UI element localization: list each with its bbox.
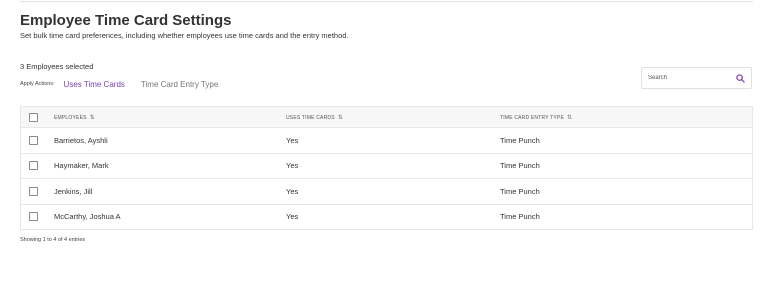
top-divider [20, 1, 753, 2]
uses-time-cards-value: Yes [286, 161, 299, 171]
select-all-cell [21, 112, 54, 122]
row-checkbox[interactable] [29, 161, 38, 171]
table-row[interactable]: Barrietos, Ayshli Yes Time Punch [21, 127, 752, 153]
page-subtitle: Set bulk time card preferences, includin… [20, 31, 349, 40]
entry-type-value: Time Punch [500, 212, 540, 222]
row-checkbox-cell [21, 186, 54, 196]
entry-type-value: Time Punch [500, 186, 540, 196]
sort-icon[interactable]: ⇅ [90, 114, 95, 121]
column-header-label: TIME CARD ENTRY TYPE [500, 114, 565, 121]
row-checkbox[interactable] [29, 186, 38, 196]
row-checkbox[interactable] [29, 212, 38, 222]
column-header-entry-type[interactable]: TIME CARD ENTRY TYPE ⇅ [500, 114, 752, 121]
table-header-row: EMPLOYEES ⇅ USES TIME CARDS ⇅ TIME CARD EN… [21, 107, 752, 127]
row-checkbox-cell [21, 212, 54, 222]
column-header-label: EMPLOYEES [54, 114, 87, 121]
column-header-uses-time-cards[interactable]: USES TIME CARDS ⇅ [286, 114, 500, 121]
tab-time-card-entry-type[interactable]: Time Card Entry Type [141, 80, 218, 89]
entry-type-value: Time Punch [500, 161, 540, 171]
apply-actions-label: Apply Actions: [20, 81, 55, 87]
employee-name: McCarthy, Joshua A [54, 212, 121, 222]
search-icon[interactable] [736, 73, 745, 83]
row-checkbox-cell [21, 161, 54, 171]
sort-icon[interactable]: ⇅ [338, 114, 343, 121]
employee-name: Barrietos, Ayshli [54, 135, 108, 145]
page-title: Employee Time Card Settings [20, 12, 232, 29]
employee-name: Haymaker, Mark [54, 161, 109, 171]
column-header-employees[interactable]: EMPLOYEES ⇅ [54, 114, 286, 121]
tab-uses-time-cards[interactable]: Uses Time Cards [64, 80, 125, 89]
uses-time-cards-value: Yes [286, 135, 299, 145]
entries-info: Showing 1 to 4 of 4 entries [20, 237, 86, 243]
entry-type-value: Time Punch [500, 135, 540, 145]
selected-count: 3 Employees selected [20, 62, 94, 71]
apply-actions-bar: Apply Actions: Uses Time Cards Time Card… [20, 78, 234, 90]
row-checkbox[interactable] [29, 135, 38, 145]
search-box [641, 67, 752, 89]
column-header-label: USES TIME CARDS [286, 114, 335, 121]
uses-time-cards-value: Yes [286, 186, 299, 196]
sort-icon[interactable]: ⇅ [567, 114, 572, 121]
search-input[interactable] [648, 75, 736, 81]
select-all-checkbox[interactable] [29, 112, 38, 122]
table-row[interactable]: McCarthy, Joshua A Yes Time Punch [21, 203, 752, 230]
employees-table: EMPLOYEES ⇅ USES TIME CARDS ⇅ TIME CARD EN… [20, 106, 753, 230]
uses-time-cards-value: Yes [286, 212, 299, 222]
table-row[interactable]: Jenkins, Jill Yes Time Punch [21, 178, 752, 204]
row-checkbox-cell [21, 135, 54, 145]
table-row[interactable]: Haymaker, Mark Yes Time Punch [21, 152, 752, 179]
employee-name: Jenkins, Jill [54, 186, 93, 196]
